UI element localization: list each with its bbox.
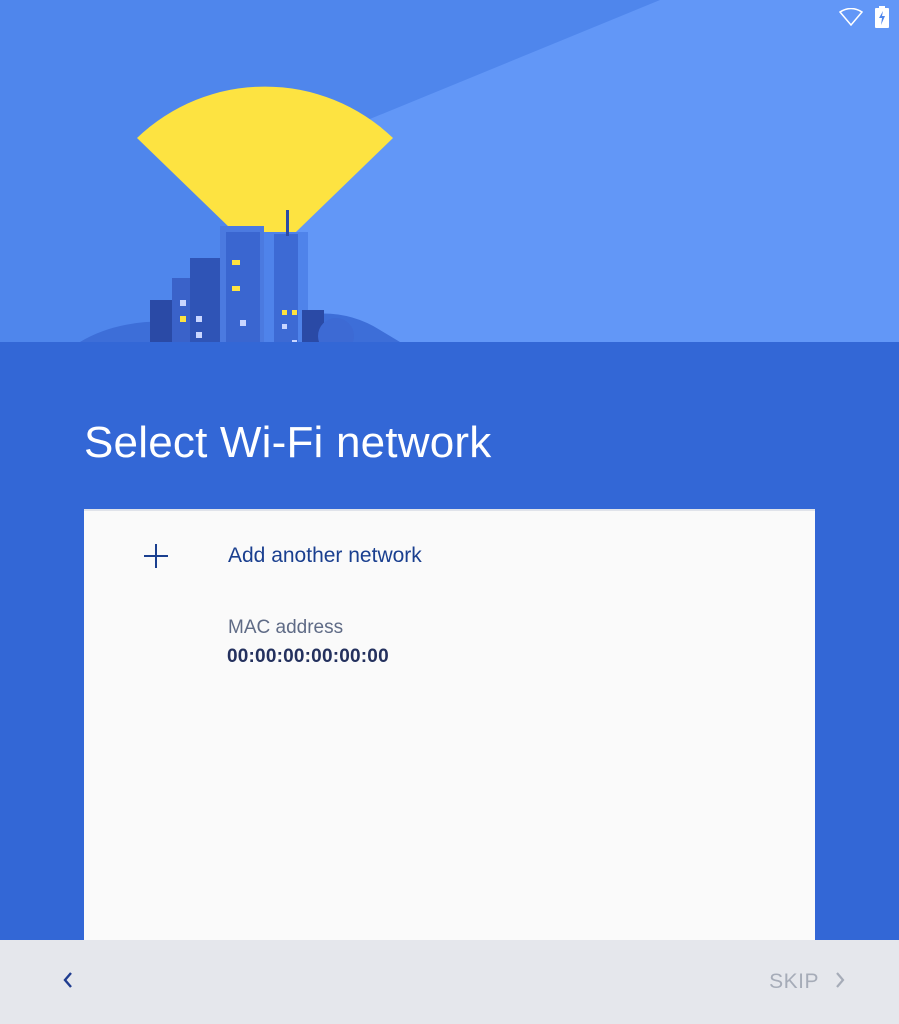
wifi-outline-icon xyxy=(838,7,864,31)
chevron-left-icon xyxy=(61,971,75,994)
page-title: Select Wi-Fi network xyxy=(84,418,492,467)
setup-screen: Select Wi-Fi network Add another network… xyxy=(0,0,899,1024)
mac-address-label: MAC address xyxy=(228,617,344,638)
mac-address-value: 00:00:00:00:00:00 xyxy=(227,646,389,667)
battery-charging-icon xyxy=(875,6,889,33)
navigation-bar: SKIP xyxy=(0,940,899,1024)
skip-button[interactable]: SKIP xyxy=(769,962,847,1002)
status-bar xyxy=(838,6,889,33)
skip-label: SKIP xyxy=(769,970,819,993)
network-list-card: Add another network MAC address 00:00:00… xyxy=(84,509,815,940)
back-button[interactable] xyxy=(48,962,88,1002)
plus-icon xyxy=(142,542,170,570)
chevron-right-icon xyxy=(833,971,847,994)
add-network-button[interactable]: Add another network xyxy=(84,525,815,587)
header-illustration xyxy=(0,0,899,342)
add-network-label: Add another network xyxy=(228,544,422,567)
